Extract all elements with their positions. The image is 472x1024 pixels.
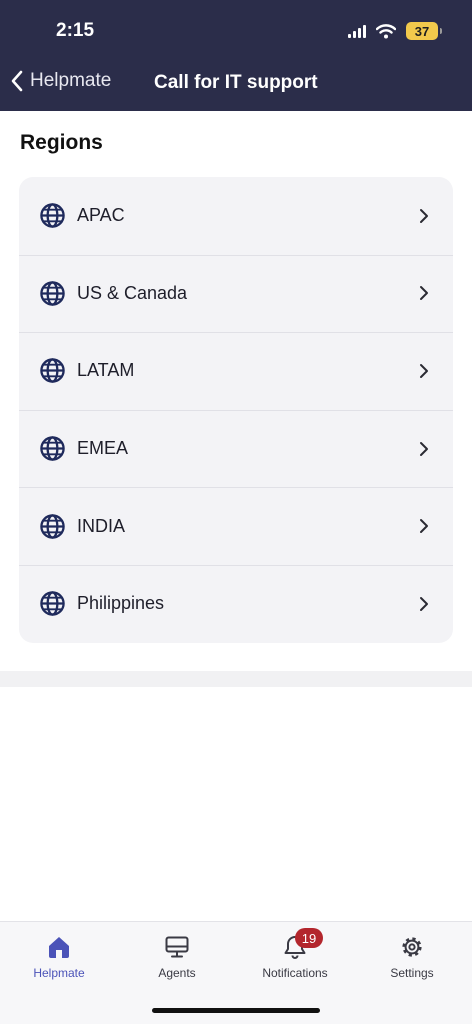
wifi-icon: [376, 23, 396, 38]
chevron-left-icon: [11, 70, 23, 92]
section-title: Regions: [20, 131, 103, 154]
globe-icon: [40, 358, 65, 384]
tab-label: Settings: [390, 966, 434, 980]
status-icons: 37: [348, 22, 442, 40]
monitor-icon: [165, 936, 189, 958]
page-title: Call for IT support: [154, 72, 318, 93]
chevron-right-icon: [420, 286, 428, 301]
chevron-right-icon: [420, 596, 428, 611]
region-item-philippines[interactable]: Philippines: [19, 564, 453, 643]
regions-list: APAC US & Canada LATAM EMEA INDIA Philip…: [19, 177, 453, 643]
region-item-india[interactable]: INDIA: [19, 487, 453, 565]
region-item-apac[interactable]: APAC: [19, 177, 453, 255]
region-label: EMEA: [77, 438, 129, 459]
chevron-right-icon: [420, 208, 428, 223]
battery-indicator: 37: [406, 22, 442, 40]
region-item-latam[interactable]: LATAM: [19, 332, 453, 410]
globe-icon: [40, 513, 65, 539]
section-divider: [0, 671, 472, 687]
region-label: LATAM: [77, 360, 135, 381]
tab-label: Agents: [158, 966, 196, 980]
globe-icon: [40, 436, 65, 461]
header: 2:15 37 Helpmate Call for IT support: [0, 0, 472, 111]
chevron-right-icon: [420, 363, 428, 378]
back-button[interactable]: Helpmate: [10, 70, 111, 92]
chevron-right-icon: [420, 441, 428, 456]
cellular-signal-icon: [348, 24, 366, 38]
region-label: Philippines: [77, 593, 165, 614]
home-icon: [49, 937, 69, 958]
back-label: Helpmate: [30, 70, 112, 91]
region-item-us-canada[interactable]: US & Canada: [19, 254, 453, 333]
tab-label: Helpmate: [33, 966, 85, 980]
tab-helpmate[interactable]: Helpmate: [9, 934, 109, 980]
notifications-badge: 19: [295, 928, 323, 948]
tab-agents[interactable]: Agents: [127, 934, 227, 980]
region-label: APAC: [77, 205, 125, 226]
tab-notifications[interactable]: 19 Notifications: [245, 928, 345, 980]
region-item-emea[interactable]: EMEA: [19, 409, 453, 488]
home-indicator: [152, 1008, 320, 1013]
chevron-right-icon: [420, 519, 428, 534]
globe-icon: [40, 203, 65, 229]
globe-icon: [40, 281, 65, 306]
tab-label: Notifications: [262, 966, 328, 980]
gear-icon: [402, 937, 422, 957]
region-label: INDIA: [77, 515, 126, 536]
region-label: US & Canada: [77, 282, 188, 303]
globe-icon: [40, 591, 65, 617]
status-time: 2:15: [56, 20, 95, 41]
tab-settings[interactable]: Settings: [362, 934, 462, 980]
